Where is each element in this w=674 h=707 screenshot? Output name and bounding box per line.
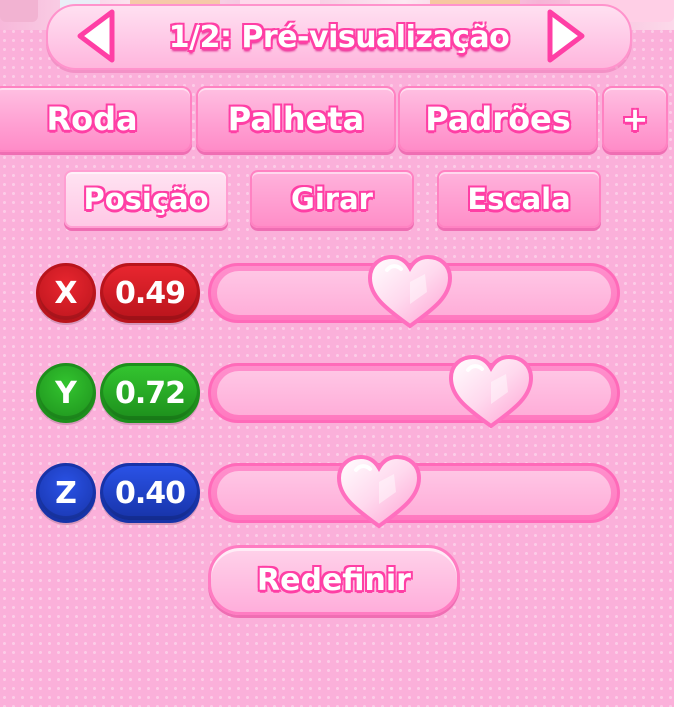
- heart-icon: [336, 454, 421, 529]
- tab-label: Palheta: [227, 100, 365, 138]
- add-tab-button[interactable]: +: [602, 86, 668, 152]
- reset-button[interactable]: Redefinir: [208, 545, 460, 615]
- tab-label: Roda: [46, 100, 138, 138]
- next-button[interactable]: [540, 6, 590, 66]
- y-value: 0.72: [114, 375, 186, 411]
- x-axis-label: X: [54, 275, 78, 311]
- x-slider-heart-thumb[interactable]: [365, 252, 455, 332]
- subtab-escala[interactable]: Escala: [437, 170, 601, 228]
- z-value: 0.40: [114, 475, 186, 511]
- z-value-display: 0.40: [100, 463, 200, 523]
- y-slider-track[interactable]: [208, 363, 620, 423]
- y-axis-badge: Y: [36, 363, 96, 423]
- x-value: 0.49: [114, 275, 186, 311]
- heart-icon: [368, 254, 453, 329]
- x-value-display: 0.49: [100, 263, 200, 323]
- z-axis-label: Z: [55, 475, 77, 511]
- tab-padroes[interactable]: Padrões: [398, 86, 598, 152]
- slider-track-fill: [217, 371, 611, 415]
- subtab-label: Girar: [291, 182, 373, 216]
- tab-roda[interactable]: Roda: [0, 86, 192, 152]
- heart-icon: [449, 354, 534, 429]
- reset-label: Redefinir: [257, 562, 411, 598]
- subtab-label: Posição: [83, 182, 209, 216]
- z-axis-badge: Z: [36, 463, 96, 523]
- tab-label: Padrões: [425, 100, 571, 138]
- plus-icon: +: [621, 100, 649, 138]
- y-value-display: 0.72: [100, 363, 200, 423]
- subtab-posicao[interactable]: Posição: [64, 170, 228, 228]
- y-slider-heart-thumb[interactable]: [446, 352, 536, 432]
- arrow-left-icon: [77, 9, 115, 63]
- y-axis-label: Y: [55, 375, 77, 411]
- tab-palheta[interactable]: Palheta: [196, 86, 396, 152]
- page-title: 1/2: Pré-visualização: [168, 20, 510, 55]
- z-slider-heart-thumb[interactable]: [334, 452, 424, 532]
- prev-button[interactable]: [72, 6, 122, 66]
- arrow-right-icon: [547, 9, 585, 63]
- subtab-label: Escala: [467, 182, 571, 216]
- subtab-girar[interactable]: Girar: [250, 170, 414, 228]
- x-axis-badge: X: [36, 263, 96, 323]
